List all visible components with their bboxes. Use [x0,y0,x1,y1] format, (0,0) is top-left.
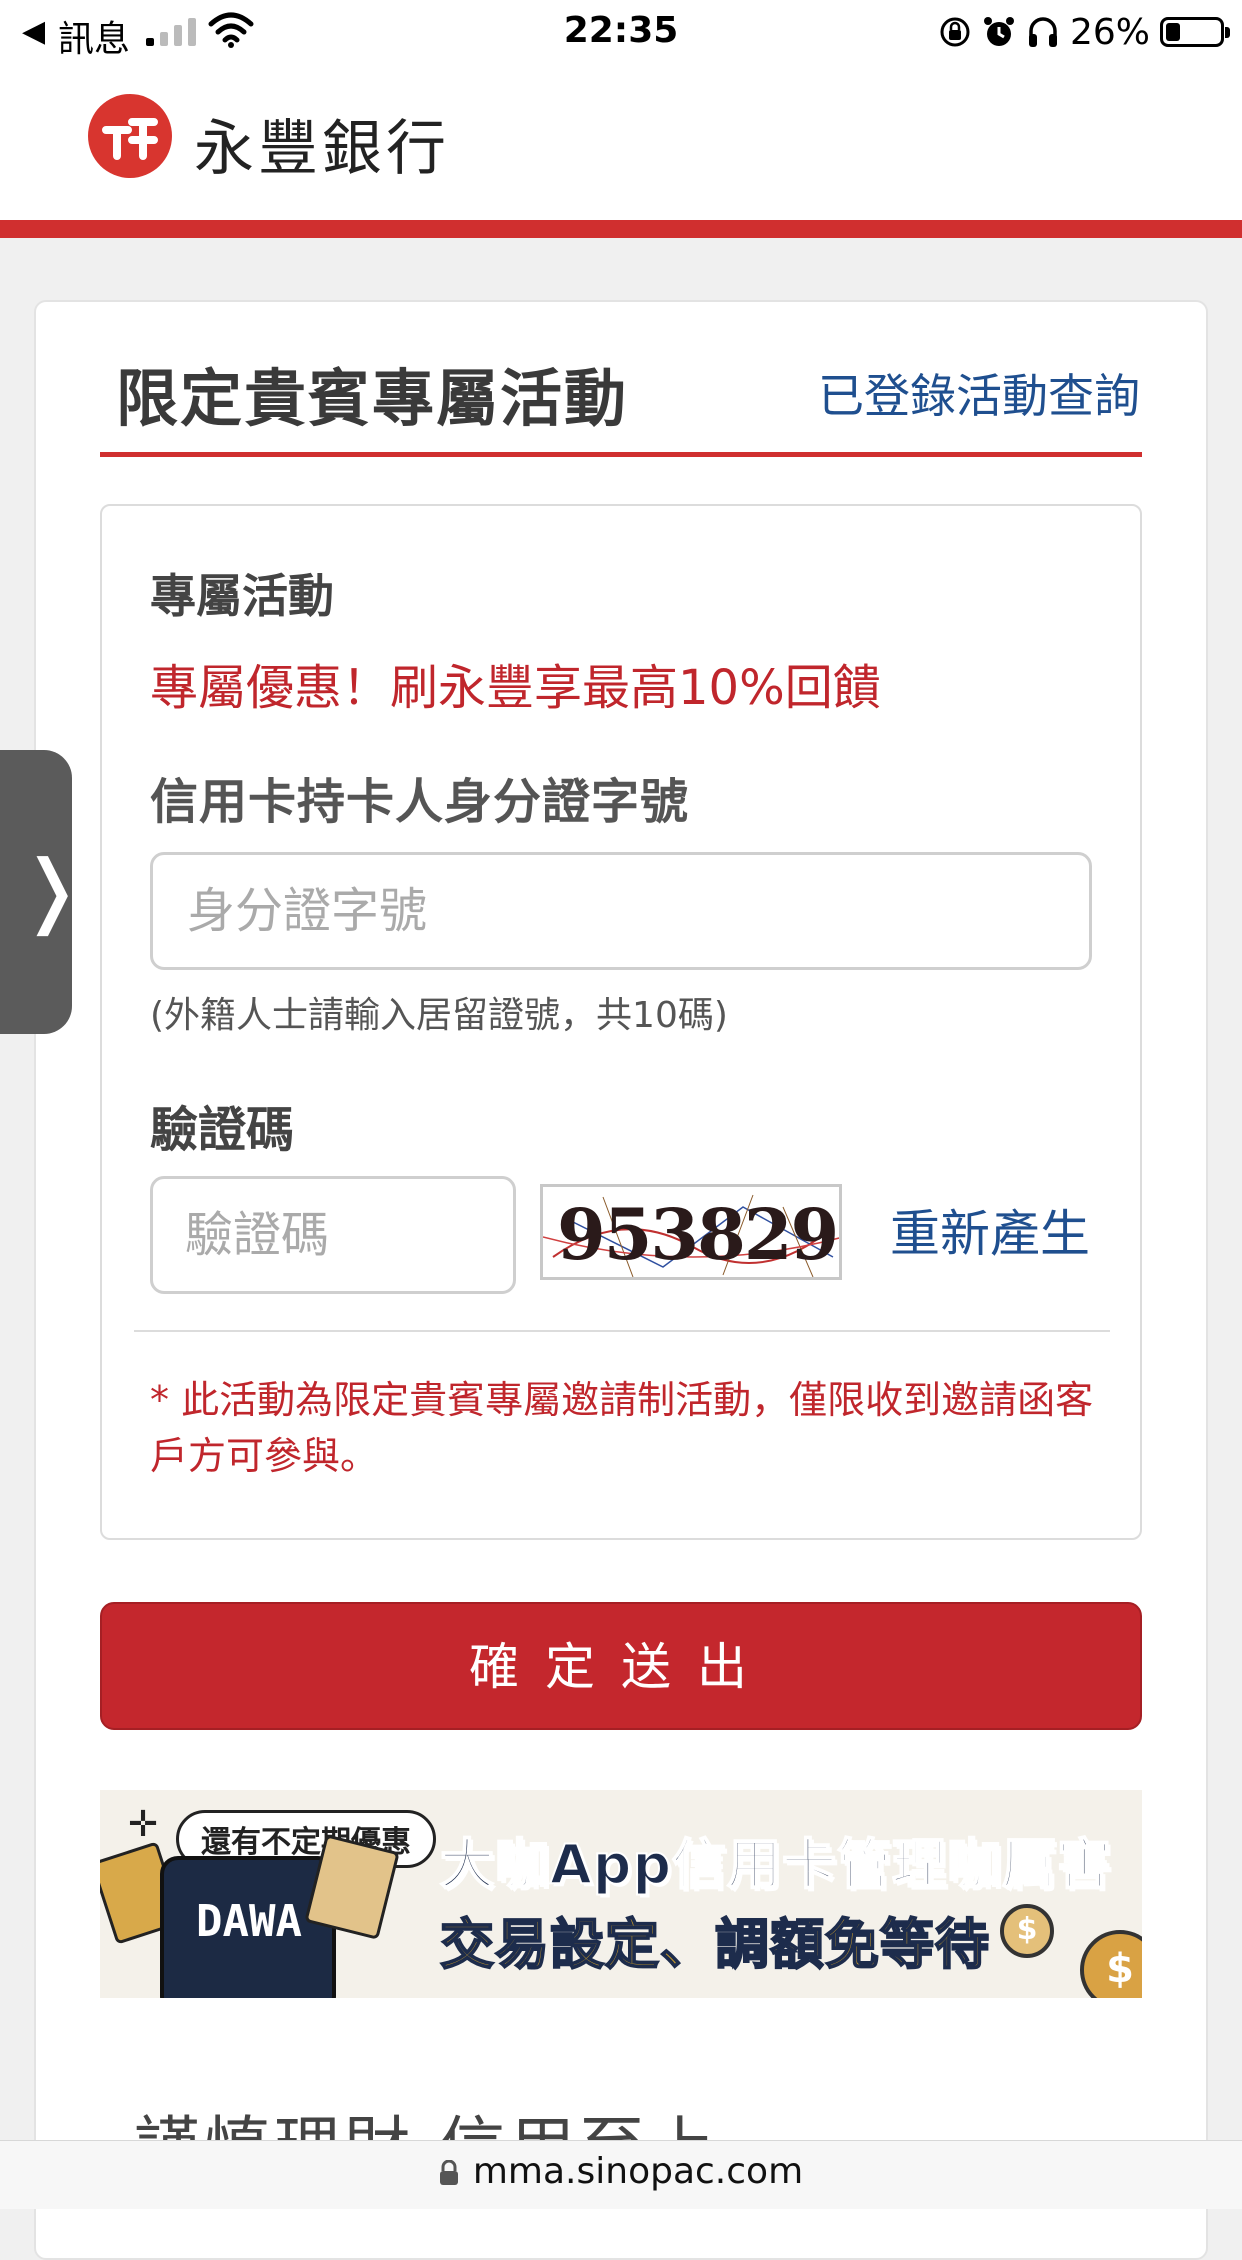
id-number-label: 信用卡持卡人身分證字號 [150,774,690,830]
captcha-image: 953829 [540,1184,842,1280]
sinopac-logo-icon[interactable] [88,94,172,178]
alarm-icon [983,17,1014,46]
promo-text: 專屬優惠！刷永豐享最高10%回饋 [150,660,881,716]
regenerate-captcha-link[interactable]: 重新產生 [890,1194,1090,1266]
banner-headline: 大咖App信用卡管理咖厲害 [439,1832,1113,1897]
invitation-notice: * 此活動為限定貴賓專屬邀請制活動，僅限收到邀請函客戶方可參與。 [150,1378,1094,1478]
lock-icon [439,2160,458,2185]
id-number-input[interactable] [150,852,1092,970]
battery-icon [1160,17,1230,47]
header-divider [0,220,1242,238]
browser-url-bar[interactable]: mma.sinopac.com [0,2140,1242,2209]
coin-icon: $ [1000,1904,1054,1958]
form-divider [134,1330,1110,1332]
section-label: 專屬活動 [150,569,334,623]
coin-icon: $ [1080,1930,1142,1998]
status-bar: ◀ 訊息 22:35 26% [0,0,1242,64]
battery-percent: 26% [1069,11,1150,53]
sparkle-icon: ✛ [128,1804,159,1845]
side-panel-handle[interactable]: ❭ [0,750,85,1034]
app-promo-banner[interactable]: ✛ 還有不定期優惠 DAWA 大咖App信用卡管理咖厲害 交易設定、調額免等待 … [100,1790,1142,1998]
app-logo: DAWA [196,1896,302,1947]
page-title: 限定貴賓專屬活動 [116,362,629,435]
title-underline [100,452,1142,457]
chevron-right-icon: ❭ [18,843,86,936]
captcha-input[interactable] [150,1176,516,1294]
captcha-label: 驗證碼 [150,1102,295,1158]
url-text: mma.sinopac.com [472,2151,804,2192]
rotation-lock-icon [940,17,970,47]
bank-name[interactable]: 永豐銀行 [194,100,450,187]
id-number-hint: (外籍人士請輸入居留證號，共10碼) [150,995,728,1036]
captcha-code: 953829 [557,1193,839,1276]
headphones-icon [1028,17,1057,47]
registered-activity-query-link[interactable]: 已登錄活動查詢 [818,360,1140,426]
submit-button[interactable]: 確定送出 [100,1602,1142,1730]
site-header: 永豐銀行 [0,64,1242,220]
banner-subheadline: 交易設定、調額免等待 [439,1912,990,1977]
